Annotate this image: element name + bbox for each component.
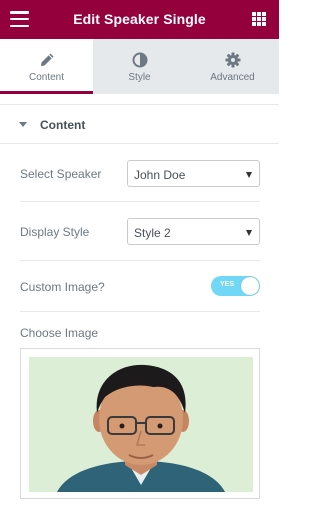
tab-advanced[interactable]: Advanced xyxy=(186,39,279,94)
dropdown-arrow-icon xyxy=(246,230,252,236)
pencil-icon xyxy=(40,53,53,66)
divider xyxy=(20,260,260,261)
panel-tabs: Content Style Advanced xyxy=(0,39,279,94)
divider xyxy=(20,201,260,202)
content-section-toggle[interactable]: Content xyxy=(0,104,279,144)
editor-header: Edit Speaker Single xyxy=(0,0,279,39)
speaker-photo xyxy=(29,357,253,492)
gear-icon xyxy=(225,52,240,68)
toggle-on-text: YES xyxy=(220,281,235,288)
panel-title: Edit Speaker Single xyxy=(73,11,206,27)
section-title: Content xyxy=(40,118,86,132)
widgets-grid-icon[interactable] xyxy=(252,12,266,26)
tab-content-label: Content xyxy=(28,72,65,83)
contrast-icon xyxy=(132,52,147,68)
tab-style[interactable]: Style xyxy=(93,39,186,94)
caret-down-icon xyxy=(19,122,27,127)
select-speaker-dropdown[interactable]: John Doe xyxy=(127,160,260,187)
display-style-value: Style 2 xyxy=(134,226,171,240)
tab-content[interactable]: Content xyxy=(0,39,93,94)
choose-image-label: Choose Image xyxy=(20,326,99,340)
custom-image-label: Custom Image? xyxy=(20,280,105,294)
toggle-knob xyxy=(241,277,259,295)
display-style-label: Display Style xyxy=(20,225,90,239)
dropdown-arrow-icon xyxy=(246,172,252,178)
custom-image-toggle[interactable]: YES xyxy=(211,276,260,296)
select-speaker-value: John Doe xyxy=(134,168,186,182)
select-speaker-label: Select Speaker xyxy=(20,167,102,181)
tab-advanced-label: Advanced xyxy=(210,72,255,83)
tab-style-label: Style xyxy=(128,72,151,83)
divider xyxy=(20,311,260,312)
image-picker[interactable] xyxy=(20,348,260,499)
display-style-dropdown[interactable]: Style 2 xyxy=(127,218,260,245)
